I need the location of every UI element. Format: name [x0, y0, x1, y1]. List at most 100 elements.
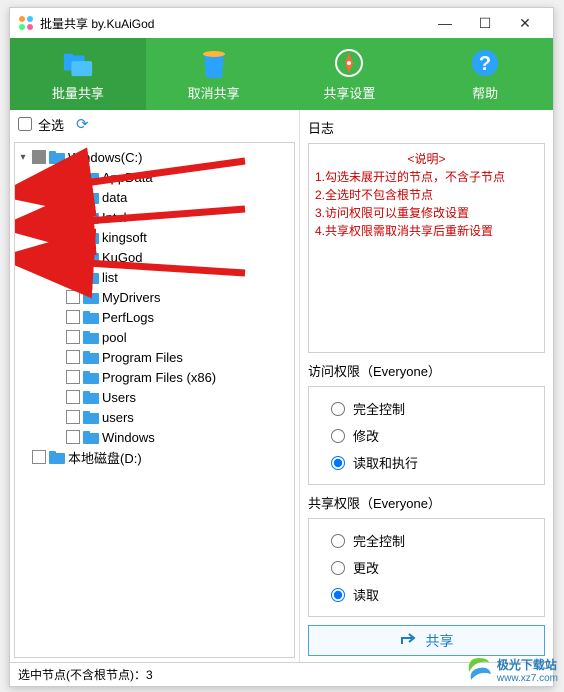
access-full-radio[interactable]: 完全控制	[319, 395, 534, 422]
share-change-radio[interactable]: 更改	[319, 554, 534, 581]
tree-checkbox[interactable]	[32, 450, 46, 464]
left-header: 全选 ⟳	[10, 110, 299, 138]
tree-row[interactable]: ▶ AppData	[17, 167, 292, 187]
tree-checkbox[interactable]	[66, 370, 80, 384]
minimize-button[interactable]: —	[425, 9, 465, 37]
tree-row[interactable]: ▶kingsoft	[17, 227, 292, 247]
compass-icon	[333, 47, 365, 79]
status-text: 选中节点(不含根节点)：3	[18, 666, 153, 683]
toolbar-label: 帮助	[472, 83, 498, 102]
help-button[interactable]: ? 帮助	[417, 38, 553, 110]
tree-item-label: PerfLogs	[102, 310, 154, 325]
folder-icon	[83, 190, 99, 204]
log-line: 2.全选时不包含根节点	[315, 186, 538, 204]
folder-tree[interactable]: ▾ Windows(C:) ▶ AppData ▶ data Intel ▶kingsof…	[14, 142, 295, 658]
folder-icon	[83, 170, 99, 184]
tree-row[interactable]: users	[17, 407, 292, 427]
maximize-button[interactable]: ☐	[465, 9, 505, 37]
close-button[interactable]: ✕	[505, 9, 545, 37]
access-read-exec-radio[interactable]: 读取和执行	[319, 449, 534, 476]
tree-row[interactable]: Program Files	[17, 347, 292, 367]
batch-share-button[interactable]: 批量共享	[10, 38, 146, 110]
tree-checkbox[interactable]	[66, 270, 80, 284]
share-settings-button[interactable]: 共享设置	[282, 38, 418, 110]
expand-icon[interactable]: ▶	[51, 272, 63, 283]
tree-row[interactable]: PerfLogs	[17, 307, 292, 327]
app-icon	[18, 15, 34, 31]
tree-checkbox[interactable]	[66, 170, 80, 184]
access-perm-label: 访问权限（Everyone）	[308, 361, 545, 380]
tree-row[interactable]: ▶ data	[17, 187, 292, 207]
folder-icon	[83, 250, 99, 264]
drive-icon	[49, 150, 65, 164]
select-all-checkbox[interactable]	[18, 117, 32, 131]
tree-checkbox[interactable]	[66, 250, 80, 264]
tree-row[interactable]: ▶ list	[17, 267, 292, 287]
watermark-icon	[465, 656, 493, 684]
access-modify-radio[interactable]: 修改	[319, 422, 534, 449]
titlebar: 批量共享 by.KuAiGod — ☐ ✕	[10, 8, 553, 38]
folder-icon	[83, 290, 99, 304]
tree-checkbox[interactable]	[66, 410, 80, 424]
tree-checkbox[interactable]	[66, 430, 80, 444]
tree-row[interactable]: Users	[17, 387, 292, 407]
tree-row[interactable]: MyDrivers	[17, 287, 292, 307]
app-window: 批量共享 by.KuAiGod — ☐ ✕ 批量共享 取消共享 共享设置 ?	[9, 7, 554, 687]
expand-icon[interactable]: ▶	[51, 172, 63, 183]
tree-checkbox[interactable]	[66, 310, 80, 324]
tree-checkbox[interactable]	[66, 230, 80, 244]
tree-disk2-label: 本地磁盘(D:)	[68, 448, 142, 467]
access-perm-box: 完全控制 修改 读取和执行	[308, 386, 545, 485]
tree-checkbox[interactable]	[66, 290, 80, 304]
share-button-label: 共享	[426, 631, 454, 651]
tree-item-label: Program Files	[102, 350, 183, 365]
tree-checkbox[interactable]	[66, 190, 80, 204]
expand-icon[interactable]: ▾	[17, 152, 29, 163]
tree-item-label: users	[102, 410, 134, 425]
log-line: 1.勾选未展开过的节点，不含子节点	[315, 168, 538, 186]
tree-item-label: MyDrivers	[102, 290, 161, 305]
tree-checkbox[interactable]	[66, 330, 80, 344]
toolbar-label: 批量共享	[52, 83, 104, 102]
log-title: <说明>	[315, 150, 538, 168]
share-arrow-icon	[400, 632, 418, 649]
share-perm-box: 完全控制 更改 读取	[308, 518, 545, 617]
tree-item-label: Intel	[102, 210, 127, 225]
tree-item-label: AppData	[102, 170, 153, 185]
folder-icon	[83, 330, 99, 344]
tree-item-label: data	[102, 190, 127, 205]
tree-checkbox[interactable]	[66, 210, 80, 224]
folder-icon	[83, 210, 99, 224]
share-button[interactable]: 共享	[308, 625, 545, 656]
main-toolbar: 批量共享 取消共享 共享设置 ? 帮助	[10, 38, 553, 110]
share-read-radio[interactable]: 读取	[319, 581, 534, 608]
tree-row[interactable]: Windows	[17, 427, 292, 447]
content-area: 全选 ⟳ ▾ Windows(C:) ▶ AppData ▶ data Intel ▶ki…	[10, 110, 553, 662]
tree-checkbox[interactable]	[66, 350, 80, 364]
tree-row[interactable]: Intel	[17, 207, 292, 227]
folder-icon	[83, 310, 99, 324]
right-pane: 日志 <说明> 1.勾选未展开过的节点，不含子节点 2.全选时不包含根节点 3.…	[300, 110, 553, 662]
unshare-button[interactable]: 取消共享	[146, 38, 282, 110]
drive-icon	[49, 450, 65, 464]
tree-checkbox[interactable]	[32, 150, 46, 164]
tree-row[interactable]: KuGod	[17, 247, 292, 267]
tree-root-label: Windows(C:)	[68, 150, 142, 165]
tree-item-label: list	[102, 270, 118, 285]
expand-icon[interactable]: ▶	[51, 192, 63, 203]
window-title: 批量共享 by.KuAiGod	[40, 15, 425, 32]
tree-item-label: Program Files (x86)	[102, 370, 216, 385]
refresh-icon[interactable]: ⟳	[76, 115, 89, 133]
expand-icon[interactable]: ▶	[51, 232, 63, 243]
svg-text:?: ?	[479, 53, 491, 75]
share-full-radio[interactable]: 完全控制	[319, 527, 534, 554]
tree-row[interactable]: Program Files (x86)	[17, 367, 292, 387]
tree-row[interactable]: pool	[17, 327, 292, 347]
folder-icon	[83, 270, 99, 284]
select-all-label: 全选	[38, 115, 64, 134]
toolbar-label: 取消共享	[188, 83, 240, 102]
watermark-url: www.xz7.com	[497, 673, 558, 684]
toolbar-label: 共享设置	[323, 83, 375, 102]
tree-checkbox[interactable]	[66, 390, 80, 404]
folder-icon	[83, 390, 99, 404]
